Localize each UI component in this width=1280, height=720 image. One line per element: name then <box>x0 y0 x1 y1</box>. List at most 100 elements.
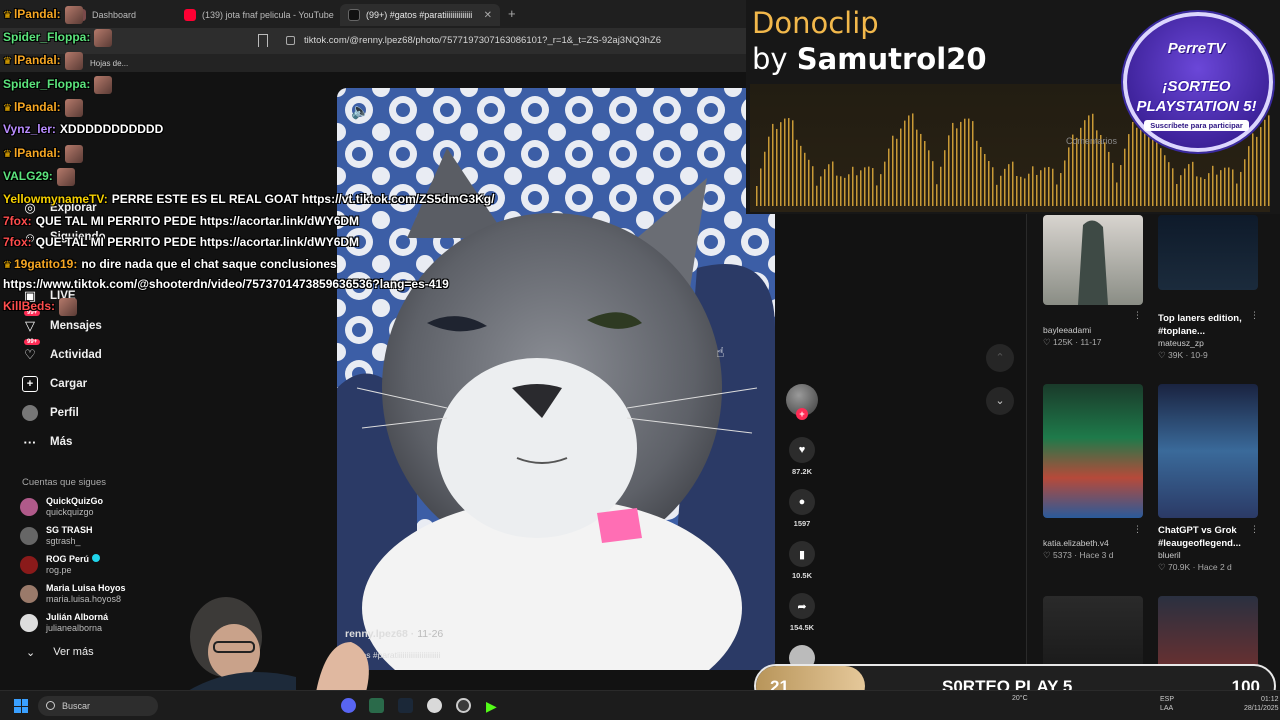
visualizer-bar <box>956 128 958 206</box>
discord-icon[interactable] <box>341 698 356 713</box>
taskbar-search[interactable]: Buscar <box>38 696 158 716</box>
avatar <box>20 498 38 516</box>
post-date: 11-26 <box>417 628 444 640</box>
tab-tiktok[interactable]: (99+) #gatos #paratiiiiiiiiiiiiiiiiii ✕ <box>340 4 500 26</box>
cat-photo <box>337 88 775 670</box>
follow-plus-icon[interactable]: + <box>796 408 808 420</box>
following-item[interactable]: ROG Perú rog.pe <box>20 554 100 576</box>
visualizer-bar <box>784 118 786 206</box>
visualizer-bar <box>892 135 894 206</box>
visualizer-bar <box>1168 162 1170 206</box>
clock[interactable]: 01:12 28/11/2025 <box>1244 695 1279 713</box>
dashboard-favicon-icon <box>74 9 86 21</box>
url-text[interactable]: tiktok.com/@renny.lpez68/photo/757719730… <box>304 35 661 46</box>
comment-button[interactable]: ● 1597 <box>788 489 816 528</box>
visualizer-bar <box>908 115 910 206</box>
weather-widget[interactable]: 20°C <box>1012 695 1028 702</box>
video-player[interactable]: 🔈 renny.lpez68 · 11-26 #gatos #paratiiii… <box>337 88 775 670</box>
speaker-icon[interactable]: 🔈 <box>351 102 370 120</box>
following-item[interactable]: Maria Luisa Hoyos maria.luisa.hoyos8 <box>20 583 126 605</box>
related-thumb[interactable] <box>1043 215 1143 305</box>
like-count: 87.2K <box>791 467 812 476</box>
more-options-icon[interactable]: ⋮ <box>1250 310 1259 321</box>
bookmark-star-icon[interactable] <box>258 34 268 47</box>
close-icon[interactable]: ✕ <box>484 10 492 21</box>
nav-label: LIVE <box>50 290 76 302</box>
visualizer-bar <box>788 118 790 206</box>
search-label: Buscar <box>62 701 91 711</box>
bookmark-item[interactable]: Hojas de... <box>90 59 128 68</box>
following-name: QuickQuizGo <box>46 496 104 506</box>
following-item[interactable]: SG TRASH sgtrash_ <box>20 525 93 547</box>
more-options-icon[interactable]: ⋮ <box>1133 524 1142 535</box>
visualizer-bar <box>1232 169 1234 206</box>
visualizer-bar <box>904 120 906 206</box>
share-button[interactable]: ➦ 154.5K <box>788 593 816 632</box>
site-info-icon[interactable] <box>286 36 295 45</box>
following-name: SG TRASH <box>46 525 93 535</box>
following-item[interactable]: Julián Alborná julianealborna <box>20 612 108 634</box>
nav-live[interactable]: ▣ LIVE <box>22 288 76 304</box>
visualizer-bar <box>1164 155 1166 206</box>
nav-label: Siguiendo <box>50 231 106 243</box>
visualizer-bar <box>1004 168 1006 206</box>
bookmark-button[interactable]: ▮ 10.5K <box>788 541 816 580</box>
following-item[interactable]: QuickQuizGo quickquizgo <box>20 496 103 518</box>
steam-icon[interactable] <box>398 698 413 713</box>
windows-start-icon[interactable] <box>14 699 28 713</box>
terminal-icon[interactable] <box>369 698 384 713</box>
related-thumb[interactable] <box>1043 596 1143 670</box>
more-options-icon[interactable]: ⋮ <box>1133 310 1142 321</box>
nav-explorar[interactable]: ◎ Explorar <box>22 200 97 216</box>
related-thumb[interactable] <box>1158 384 1258 518</box>
nav-siguiendo[interactable]: ☺ Siguiendo <box>22 229 106 245</box>
more-options-icon[interactable]: ⋮ <box>1250 524 1259 535</box>
new-tab-button[interactable]: + <box>508 6 516 21</box>
following-handle: rog.pe <box>46 565 72 575</box>
visualizer-bar <box>828 164 830 206</box>
comment-icon: ● <box>789 489 815 515</box>
woman-photo-thumbnail <box>1078 220 1108 305</box>
visualizer-bar <box>760 168 762 206</box>
nav-perfil[interactable]: Perfil <box>22 405 79 421</box>
visualizer-bar <box>884 161 886 206</box>
visualizer-bar <box>976 140 978 206</box>
visualizer-bar <box>1084 120 1086 206</box>
visualizer-bar <box>880 174 882 206</box>
nav-mas[interactable]: ··· Más <box>22 434 73 450</box>
nav-label: Actividad <box>50 349 102 361</box>
nav-actividad[interactable]: ♡ 99+ Actividad <box>22 339 102 363</box>
activity-icon: ♡ 99+ <box>22 339 41 363</box>
related-stats: ♡ 125K · 11-17 <box>1043 337 1102 347</box>
visualizer-bar <box>888 148 890 206</box>
visualizer-bar <box>1060 173 1062 206</box>
previous-video-button[interactable]: ⌃ <box>986 344 1014 372</box>
avatar <box>20 614 38 632</box>
obs-icon[interactable] <box>456 698 471 713</box>
see-more-button[interactable]: ⌄ Ver más <box>26 646 94 659</box>
language-indicator[interactable]: ESP LAA <box>1160 695 1174 713</box>
nav-cargar[interactable]: + Cargar <box>22 376 87 392</box>
nav-label: Explorar <box>50 202 97 214</box>
next-video-button[interactable]: ⌄ <box>986 387 1014 415</box>
visualizer-bar <box>796 139 798 206</box>
related-stats: ♡ 5373 · Hace 3 d <box>1043 550 1114 560</box>
tab-dashboard[interactable]: Dashboard <box>66 4 172 26</box>
like-button[interactable]: ♥ 87.2K <box>788 437 816 476</box>
heart-icon: ♥ <box>789 437 815 463</box>
kick-icon[interactable]: ▶ <box>486 698 501 714</box>
related-thumb[interactable] <box>1158 596 1258 670</box>
visualizer-bar <box>1088 115 1090 206</box>
youtube-icon <box>184 9 196 21</box>
tab-youtube[interactable]: (139) jota fnaf pelicula - YouTube <box>176 4 336 26</box>
visualizer-bar <box>940 166 942 206</box>
visualizer-bar <box>1116 182 1118 206</box>
related-thumb[interactable] <box>1158 215 1258 290</box>
app-icon[interactable] <box>427 698 442 713</box>
nav-mensajes[interactable]: ▽ 99+ Mensajes <box>22 310 102 334</box>
avatar <box>20 585 38 603</box>
related-thumb[interactable] <box>1043 384 1143 518</box>
visualizer-bar <box>1028 173 1030 206</box>
visualizer-bar <box>852 166 854 206</box>
visualizer-bar <box>764 151 766 206</box>
